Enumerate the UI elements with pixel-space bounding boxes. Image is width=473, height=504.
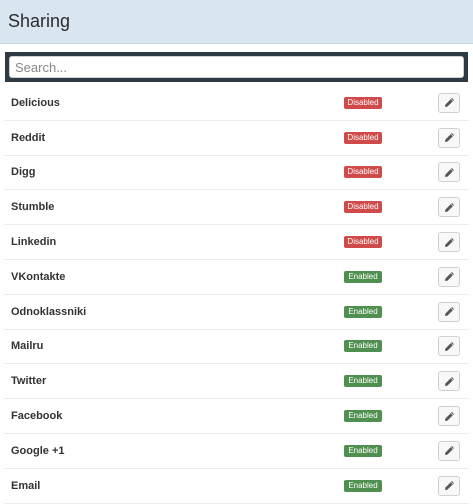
service-name: Linkedin	[11, 236, 57, 249]
service-name: Facebook	[11, 410, 63, 423]
list-item: Linkedin Disabled	[4, 225, 469, 260]
pencil-icon	[444, 272, 454, 282]
status-badge: Enabled	[344, 270, 382, 283]
status-badge: Enabled	[344, 410, 382, 423]
pencil-icon	[444, 98, 454, 108]
edit-button[interactable]	[438, 92, 460, 113]
page-title: Sharing	[8, 11, 71, 31]
service-name: Twitter	[11, 375, 47, 388]
pencil-icon	[444, 237, 454, 247]
edit-button[interactable]	[438, 336, 460, 357]
service-name: Email	[11, 479, 41, 492]
pencil-icon	[444, 446, 454, 456]
edit-button[interactable]	[438, 162, 460, 183]
edit-button[interactable]	[438, 475, 460, 496]
list-item: Digg Disabled	[4, 156, 469, 191]
pencil-icon	[444, 168, 454, 177]
edit-button[interactable]	[438, 197, 460, 218]
list-item: Delicious Disabled	[4, 86, 469, 121]
search-container	[5, 52, 468, 82]
status-badge: Disabled	[344, 96, 382, 109]
list-item: VKontakte Enabled	[4, 260, 469, 295]
list-item: Facebook Enabled	[4, 399, 469, 434]
service-name: Google +1	[11, 444, 65, 457]
edit-button[interactable]	[438, 440, 460, 461]
list-item: Stumble Disabled	[4, 190, 469, 226]
status-badge: Disabled	[344, 131, 382, 144]
edit-button[interactable]	[438, 266, 460, 287]
list-item: Odnoklassniki Enabled	[4, 295, 469, 330]
pencil-icon	[444, 376, 454, 386]
status-badge: Enabled	[344, 479, 382, 492]
list-item: Reddit Disabled	[4, 121, 469, 156]
list-item: Email Enabled	[4, 469, 469, 504]
service-name: Digg	[11, 166, 36, 179]
sharing-list: Delicious Disabled Reddit Disabled Digg Disab…	[4, 86, 469, 504]
page-header: Sharing	[0, 0, 473, 44]
status-badge: Disabled	[344, 201, 382, 214]
pencil-icon	[444, 202, 454, 212]
edit-button[interactable]	[438, 232, 460, 253]
list-item: Mailru Enabled	[4, 330, 469, 365]
pencil-icon	[444, 307, 454, 317]
pencil-icon	[444, 481, 454, 491]
status-badge: Enabled	[344, 375, 382, 388]
status-badge: Enabled	[344, 444, 382, 457]
pencil-icon	[444, 133, 454, 143]
status-badge: Disabled	[344, 166, 382, 179]
service-name: Mailru	[11, 340, 44, 353]
status-badge: Enabled	[344, 305, 382, 318]
edit-button[interactable]	[438, 371, 460, 392]
pencil-icon	[444, 342, 454, 351]
service-name: Odnoklassniki	[11, 305, 87, 318]
pencil-icon	[444, 411, 454, 421]
edit-button[interactable]	[438, 406, 460, 427]
list-item: Twitter Enabled	[4, 364, 469, 400]
service-name: VKontakte	[11, 270, 66, 283]
list-item: Google +1 Enabled	[4, 434, 469, 469]
status-badge: Enabled	[344, 340, 382, 353]
status-badge: Disabled	[344, 236, 382, 249]
edit-button[interactable]	[438, 301, 460, 322]
service-name: Delicious	[11, 96, 60, 109]
service-name: Reddit	[11, 131, 46, 144]
search-input[interactable]	[9, 56, 464, 78]
edit-button[interactable]	[438, 127, 460, 148]
service-name: Stumble	[11, 201, 55, 214]
